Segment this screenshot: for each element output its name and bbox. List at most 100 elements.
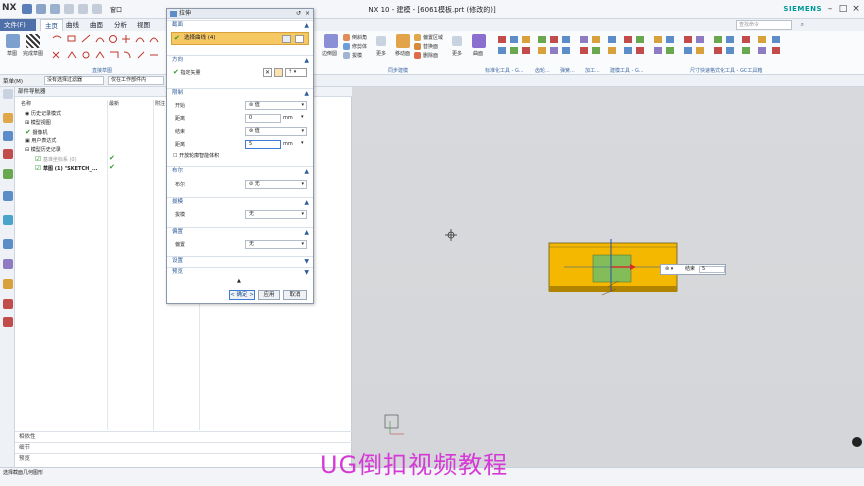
onscreen-end-input[interactable]: ⊜ ▾ 结束 5 <box>660 264 726 275</box>
finish-sketch-icon[interactable] <box>26 34 40 48</box>
offset-region-label[interactable]: 偏置区域 <box>423 34 443 41</box>
hd3d-icon[interactable] <box>3 191 13 201</box>
selection-scope-dropdown[interactable]: 仅在工作部件内 <box>108 76 164 85</box>
direction-header[interactable]: 方向 ▲ <box>167 55 313 64</box>
more-2-icon[interactable] <box>452 36 462 46</box>
reset-icon[interactable]: ↺ <box>296 10 301 17</box>
limits-header[interactable]: 限制 ▲ <box>167 88 313 97</box>
tree-item-cameras[interactable]: ✔ 摄像机 <box>25 128 47 136</box>
curve-icon[interactable] <box>295 35 304 43</box>
history-icon[interactable] <box>3 239 13 249</box>
dependencies-panel[interactable]: 相依性 <box>15 431 352 441</box>
move-face-label[interactable]: 移动面 <box>395 50 410 57</box>
details-panel[interactable]: 细节 <box>15 442 352 452</box>
specify-vector-row[interactable]: ✔ 指定矢量 <box>173 68 200 76</box>
draft-header[interactable]: 拔模 ▲ <box>167 197 313 206</box>
delete-face-label[interactable]: 删除面 <box>423 52 438 59</box>
edge-blend-label[interactable]: 边倒圆 <box>322 50 337 57</box>
sketch-icon[interactable] <box>6 34 20 48</box>
file-menu[interactable]: 文件(F) <box>0 19 36 31</box>
boolean-header[interactable]: 布尔 ▲ <box>167 166 313 175</box>
close-icon[interactable]: × <box>850 3 862 15</box>
selection-filter-dropdown[interactable]: 没有选择过滤器 <box>44 76 104 85</box>
chevron-down-icon[interactable]: ▾ <box>301 140 304 146</box>
replace-face-label[interactable]: 替换面 <box>423 43 438 50</box>
settings-header[interactable]: 设置 ▼ <box>167 256 313 265</box>
sketch-tools-icons[interactable] <box>50 34 170 62</box>
more-label[interactable]: 更多 <box>376 50 386 57</box>
trim-body-label[interactable]: 修剪体 <box>352 43 367 50</box>
trim-body-icon[interactable] <box>343 43 350 50</box>
tab-home[interactable]: 主页 <box>40 19 63 31</box>
end-value-field[interactable]: 5 <box>699 266 725 273</box>
tree-item-sketch[interactable]: ☑ 草图 (1) "SKETCH_... <box>35 164 98 172</box>
tab-view[interactable]: 视图 <box>133 19 154 31</box>
offset-region-icon[interactable] <box>414 34 421 41</box>
start-distance-input[interactable]: 0 <box>245 114 281 123</box>
vector-type-dropdown[interactable]: ⇡ ▾ <box>285 68 307 77</box>
process-studio-icon[interactable] <box>3 279 13 289</box>
finish-sketch-label[interactable]: 完成草图 <box>23 50 43 57</box>
system-scene-icon[interactable] <box>3 317 13 327</box>
offset-header[interactable]: 偏置 ▲ <box>167 227 313 236</box>
assembly-navigator-icon[interactable] <box>3 131 13 141</box>
toolbox-icon-grid[interactable] <box>496 34 796 64</box>
command-search-input[interactable]: 查找命令 <box>736 20 792 30</box>
ok-button[interactable]: < 确定 > <box>229 290 255 300</box>
surface-icon[interactable] <box>472 34 486 48</box>
more-icon[interactable] <box>376 36 386 46</box>
tab-analysis[interactable]: 分析 <box>110 19 131 31</box>
tab-curve[interactable]: 曲线 <box>62 19 83 31</box>
offset-dropdown[interactable]: 无 ▾ <box>245 240 307 249</box>
select-curve-row[interactable]: ✔ 选择曲线 (4) <box>171 32 309 45</box>
start-type-dropdown[interactable]: ⊜ 值 ▾ <box>245 101 307 110</box>
section-header[interactable]: 截面 ▲ <box>167 20 313 29</box>
move-face-icon[interactable] <box>396 34 410 48</box>
sketch-section-icon[interactable] <box>282 35 291 43</box>
close-icon[interactable]: × <box>305 10 310 17</box>
model-view[interactable] <box>352 87 864 467</box>
tab-surface[interactable]: 曲面 <box>86 19 107 31</box>
minimize-icon[interactable]: – <box>824 3 836 15</box>
dialog-launcher-icon[interactable] <box>852 437 862 447</box>
graphics-window[interactable]: ⊜ ▾ 结束 5 <box>352 87 864 467</box>
vector-dialog-icon[interactable] <box>274 68 283 77</box>
column-name[interactable]: 名称 <box>21 100 31 109</box>
gear-icon[interactable] <box>3 89 13 99</box>
tree-item-history-mode[interactable]: ◉ 历史记录模式 <box>25 110 61 118</box>
reuse-library-icon[interactable] <box>3 169 13 179</box>
chamfer-icon[interactable] <box>343 34 350 41</box>
apply-button[interactable]: 应用 <box>258 290 280 300</box>
constraint-navigator-icon[interactable] <box>3 149 13 159</box>
draft-label[interactable]: 拔模 <box>352 52 362 59</box>
system-material-icon[interactable] <box>3 259 13 269</box>
search-icon[interactable]: ⌕ <box>801 21 804 29</box>
sketch-button-label[interactable]: 草图 <box>7 50 17 57</box>
chamfer-label[interactable]: 倒斜角 <box>352 34 367 41</box>
tree-item-datum-csys[interactable]: ☑ 基准坐标系 (0) <box>35 155 77 163</box>
cancel-button[interactable]: 取消 <box>283 290 307 300</box>
draft-icon[interactable] <box>343 52 350 59</box>
preview-panel[interactable]: 预览 <box>15 453 352 463</box>
surface-label[interactable]: 曲面 <box>473 50 483 57</box>
part-navigator-icon[interactable] <box>3 113 13 123</box>
end-type-dropdown[interactable]: ⊜ 值 ▾ <box>245 127 307 136</box>
tree-item-model-views[interactable]: ⊞ 模型视图 <box>25 119 51 127</box>
menu-button[interactable]: 菜单(M) <box>3 77 23 85</box>
column-comment[interactable]: 附注 <box>155 100 165 109</box>
tree-item-user-expressions[interactable]: ▣ 用户表达式 <box>25 137 56 145</box>
draft-dropdown[interactable]: 无 ▾ <box>245 210 307 219</box>
roles-icon[interactable] <box>3 299 13 309</box>
open-profile-checkbox[interactable]: ☐ 开放轮廓智能体积 <box>173 152 219 159</box>
replace-face-icon[interactable] <box>414 43 421 50</box>
boolean-dropdown[interactable]: ⊘ 无 ▾ <box>245 180 307 189</box>
collapse-icon[interactable]: ▲ <box>237 278 241 284</box>
delete-face-icon[interactable] <box>414 52 421 59</box>
chevron-down-icon[interactable]: ▾ <box>301 114 304 120</box>
web-browser-icon[interactable] <box>3 215 13 225</box>
maximize-icon[interactable]: □ <box>837 3 849 15</box>
column-uptodate[interactable]: 最新 <box>109 100 119 109</box>
edge-blend-icon[interactable] <box>324 34 338 48</box>
preview-header[interactable]: 预览 ▼ <box>167 267 313 276</box>
reverse-direction-icon[interactable]: ✕ <box>263 68 272 77</box>
